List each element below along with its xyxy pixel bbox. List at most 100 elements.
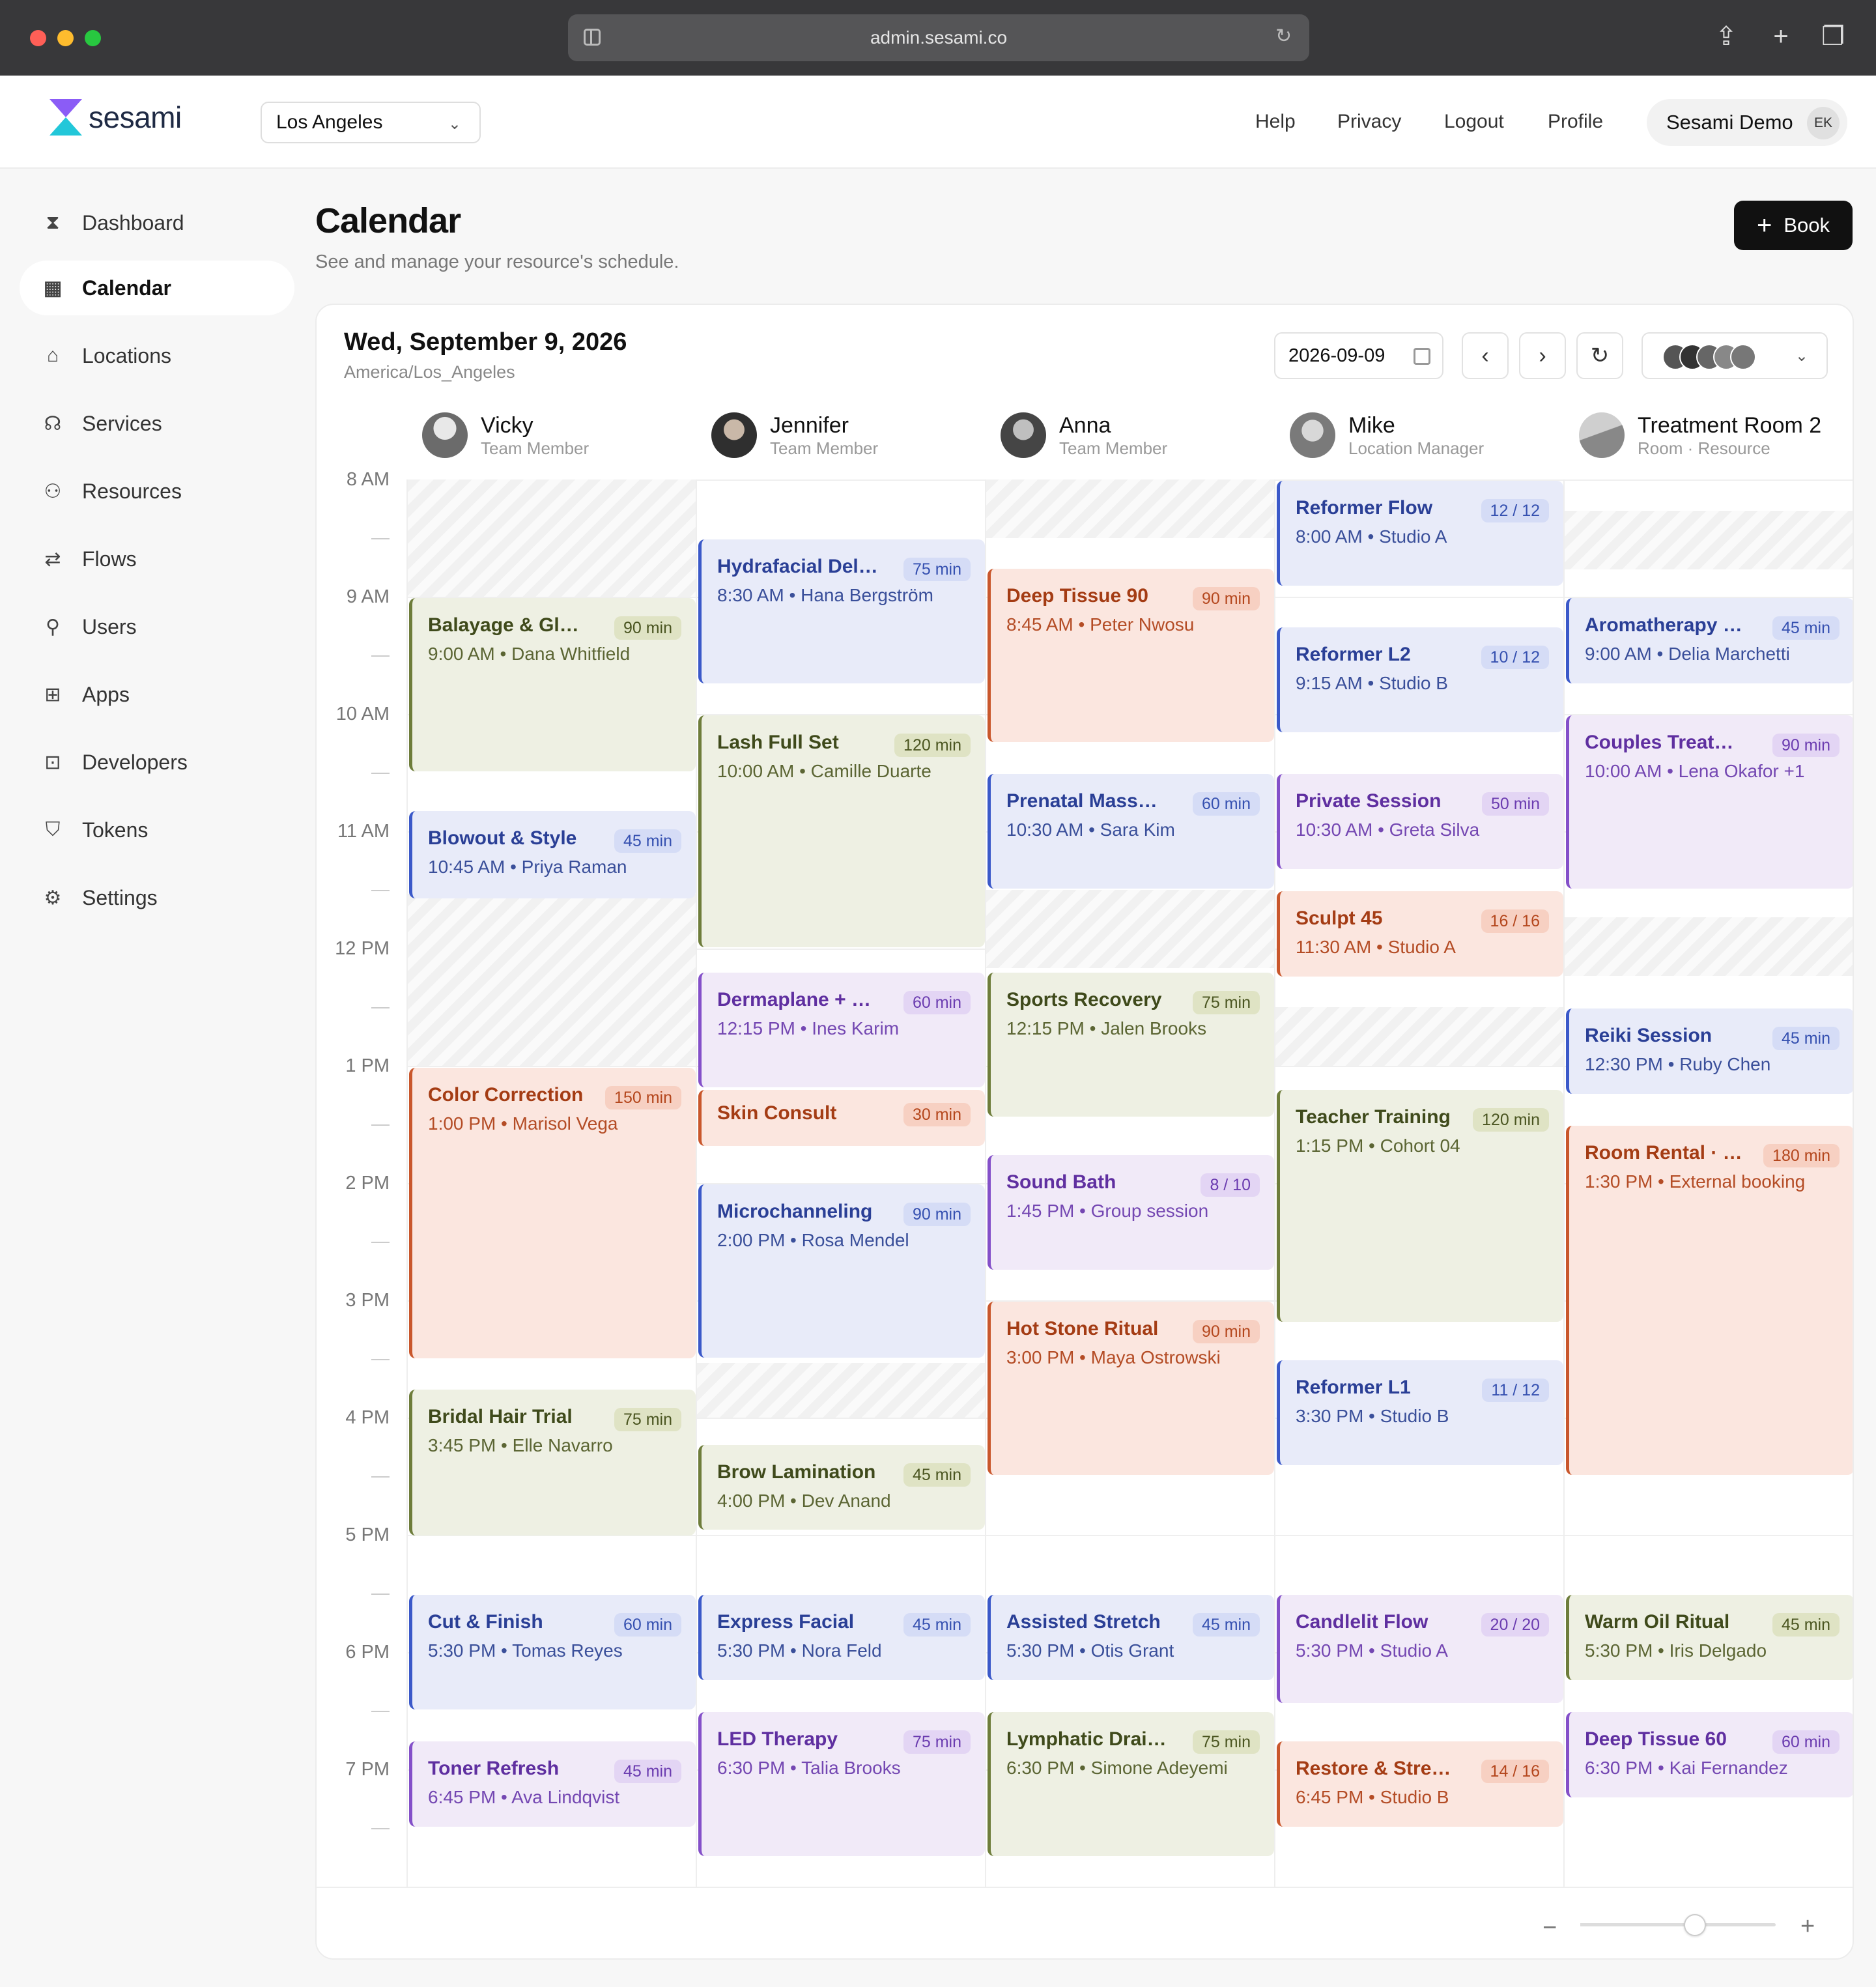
share-icon[interactable]: ⇪ xyxy=(1713,23,1739,50)
calendar-event[interactable]: Lymphatic Drainage 75 min 6:30 PM • Simone… xyxy=(988,1712,1274,1856)
sidebar-item-calendar[interactable]: ▦ Calendar xyxy=(20,261,294,315)
reload-icon[interactable]: ↻ xyxy=(1275,27,1294,46)
event-duration-badge: 45 min xyxy=(1772,616,1840,640)
sidebar-item-flows[interactable]: ⇄ Flows xyxy=(20,532,294,586)
calendar-event[interactable]: Color Correction 150 min 1:00 PM • Marisol… xyxy=(409,1068,696,1358)
event-details: 2:00 PM • Rosa Mendel xyxy=(717,1230,909,1250)
calendar-event[interactable]: Express Facial 45 min 5:30 PM • Nora Feld xyxy=(698,1595,985,1680)
date-value: 2026-09-09 xyxy=(1288,345,1386,366)
calendar-event[interactable]: Prenatal Massage 60 min 10:30 AM • Sara Ki… xyxy=(988,774,1274,889)
calendar-event[interactable]: Deep Tissue 90 90 min 8:45 AM • Peter Nwos… xyxy=(988,569,1274,742)
event-details: 3:30 PM • Studio B xyxy=(1296,1406,1449,1426)
calendar-event[interactable]: Room Rental · External 180 min 1:30 PM • E… xyxy=(1566,1126,1853,1475)
previous-day-button[interactable]: ‹ xyxy=(1462,332,1509,379)
sidebar-item-apps[interactable]: ⊞ Apps xyxy=(20,667,294,722)
calendar-event[interactable]: Reformer L2 10 / 12 9:15 AM • Studio B xyxy=(1277,627,1563,732)
calendar-event[interactable]: Brow Lamination 45 min 4:00 PM • Dev Anand xyxy=(698,1445,985,1530)
book-button[interactable]: + Book xyxy=(1734,201,1853,250)
calendar-event[interactable]: Deep Tissue 60 60 min 6:30 PM • Kai Fernan… xyxy=(1566,1712,1853,1797)
date-picker-input[interactable]: 2026-09-09 xyxy=(1274,332,1443,379)
unavailable-block xyxy=(986,479,1274,538)
calendar-event[interactable]: Balayage & Gloss 90 min 9:00 AM • Dana Whi… xyxy=(409,598,696,771)
sidebar-toggle-icon[interactable] xyxy=(584,29,601,46)
maximize-window-button[interactable] xyxy=(85,30,101,46)
calendar-event[interactable]: Cut & Finish 60 min 5:30 PM • Tomas Reyes xyxy=(409,1595,696,1709)
zoom-in-button[interactable]: + xyxy=(1800,1913,1815,1941)
resource-header[interactable]: Treatment Room 2 Room · Resource xyxy=(1579,409,1821,461)
calendar-event[interactable]: Skin Consult 30 min xyxy=(698,1090,985,1146)
sidebar-item-settings[interactable]: ⚙ Settings xyxy=(20,870,294,925)
event-details: 9:15 AM • Studio B xyxy=(1296,673,1448,693)
calendar-event[interactable]: Lash Full Set 120 min 10:00 AM • Camille D… xyxy=(698,715,985,947)
logo[interactable]: sesami xyxy=(50,99,182,136)
refresh-button[interactable]: ↻ xyxy=(1576,332,1623,379)
calendar-event[interactable]: Bridal Hair Trial 75 min 3:45 PM • Elle Na… xyxy=(409,1390,696,1536)
close-window-button[interactable] xyxy=(30,30,46,46)
calendar-event[interactable]: Hot Stone Ritual 90 min 3:00 PM • Maya Ost… xyxy=(988,1302,1274,1475)
event-duration-badge: 45 min xyxy=(614,829,681,853)
calendar-event[interactable]: Reformer L1 11 / 12 3:30 PM • Studio B xyxy=(1277,1360,1563,1465)
privacy-link[interactable]: Privacy xyxy=(1337,111,1401,133)
sidebar-item-label: Services xyxy=(82,411,162,435)
event-details: 8:30 AM • Hana Bergström xyxy=(717,585,933,605)
timezone-label: America/Los_Angeles xyxy=(344,362,515,382)
resource-header[interactable]: Vicky Team Member xyxy=(422,409,589,461)
location-select[interactable]: Los Angeles ⌄ xyxy=(261,102,481,143)
logout-link[interactable]: Logout xyxy=(1444,111,1504,133)
sidebar-item-label: Apps xyxy=(82,682,130,706)
avatar xyxy=(1290,412,1335,458)
calendar-event[interactable]: Teacher Training 120 min 1:15 PM • Cohort … xyxy=(1277,1090,1563,1322)
event-duration-badge: 45 min xyxy=(903,1463,971,1487)
sidebar-item-tokens[interactable]: ⛉ Tokens xyxy=(20,803,294,857)
resource-header[interactable]: Jennifer Team Member xyxy=(711,409,878,461)
address-bar[interactable]: admin.sesami.co ↻ xyxy=(568,14,1309,61)
event-duration-badge: 90 min xyxy=(1772,734,1840,757)
event-details: 6:30 PM • Talia Brooks xyxy=(717,1758,901,1778)
user-menu[interactable]: Sesami Demo EK xyxy=(1647,99,1847,146)
zoom-out-button[interactable]: − xyxy=(1542,1914,1557,1942)
resource-filter-select[interactable]: ⌄ xyxy=(1642,332,1828,379)
event-details: 10:45 AM • Priya Raman xyxy=(428,857,627,877)
calendar-event[interactable]: Aromatherapy Massage 45 min 9:00 AM • Deli… xyxy=(1566,598,1853,683)
calendar-event[interactable]: Toner Refresh 45 min 6:45 PM • Ava Lindqvi… xyxy=(409,1741,696,1827)
sidebar-item-dashboard[interactable]: ⧗ Dashboard xyxy=(20,195,294,250)
calendar-event[interactable]: Microchanneling 90 min 2:00 PM • Rosa Mend… xyxy=(698,1184,985,1358)
resource-header[interactable]: Anna Team Member xyxy=(1001,409,1167,461)
profile-link[interactable]: Profile xyxy=(1548,111,1603,133)
sidebar-item-services[interactable]: ☊ Services xyxy=(20,396,294,451)
sidebar-item-users[interactable]: ⚲ Users xyxy=(20,599,294,654)
zoom-slider[interactable] xyxy=(1580,1914,1776,1936)
calendar-event[interactable]: LED Therapy 75 min 6:30 PM • Talia Brooks xyxy=(698,1712,985,1856)
calendar-event[interactable]: Warm Oil Ritual 45 min 5:30 PM • Iris Delg… xyxy=(1566,1595,1853,1680)
calendar-event[interactable]: Restore & Stretch 14 / 16 6:45 PM • Studio… xyxy=(1277,1741,1563,1827)
new-tab-icon[interactable]: + xyxy=(1768,23,1794,50)
calendar-event[interactable]: Dermaplane + Peel 60 min 12:15 PM • Ines K… xyxy=(698,973,985,1087)
calendar-event[interactable]: Assisted Stretch 45 min 5:30 PM • Otis Gra… xyxy=(988,1595,1274,1680)
resource-header[interactable]: Mike Location Manager xyxy=(1290,409,1484,461)
people-icon: ⚇ xyxy=(44,480,62,502)
sidebar-item-developers[interactable]: ⊡ Developers xyxy=(20,735,294,790)
calendar-event[interactable]: Reiki Session 45 min 12:30 PM • Ruby Chen xyxy=(1566,1008,1853,1094)
minimize-window-button[interactable] xyxy=(57,30,74,46)
zoom-slider-handle[interactable] xyxy=(1684,1914,1706,1936)
event-duration-badge: 60 min xyxy=(1772,1730,1840,1754)
calendar-event[interactable]: Sculpt 45 16 / 16 11:30 AM • Studio A xyxy=(1277,891,1563,977)
calendar-event[interactable]: Sound Bath 8 / 10 1:45 PM • Group session xyxy=(988,1155,1274,1270)
sidebar-item-label: Developers xyxy=(82,750,188,774)
calendar-event[interactable]: Private Session 50 min 10:30 AM • Greta Si… xyxy=(1277,774,1563,869)
calendar-event[interactable]: Hydrafacial Deluxe 75 min 8:30 AM • Hana B… xyxy=(698,539,985,683)
calendar-event[interactable]: Couples Treatment 90 min 10:00 AM • Lena O… xyxy=(1566,715,1853,889)
next-day-button[interactable]: › xyxy=(1519,332,1566,379)
calendar-event[interactable]: Sports Recovery 75 min 12:15 PM • Jalen Br… xyxy=(988,973,1274,1117)
half-hour-tick xyxy=(371,538,390,539)
sidebar-item-locations[interactable]: ⌂ Locations xyxy=(20,328,294,383)
calendar-event[interactable]: Candlelit Flow 20 / 20 5:30 PM • Studio A xyxy=(1277,1595,1563,1703)
calendar-event[interactable]: Blowout & Style 45 min 10:45 AM • Priya Ra… xyxy=(409,811,696,898)
time-label: 9 AM xyxy=(346,586,390,607)
resource-role: Team Member xyxy=(481,438,590,458)
help-link[interactable]: Help xyxy=(1255,111,1296,133)
sidebar-item-resources[interactable]: ⚇ Resources xyxy=(20,464,294,519)
calendar-event[interactable]: Reformer Flow 12 / 12 8:00 AM • Studio A xyxy=(1277,481,1563,586)
tabs-overview-icon[interactable]: ❐ xyxy=(1820,23,1846,50)
calendar-grid[interactable]: Balayage & Gloss 90 min 9:00 AM • Dana Whi… xyxy=(406,479,1853,1887)
